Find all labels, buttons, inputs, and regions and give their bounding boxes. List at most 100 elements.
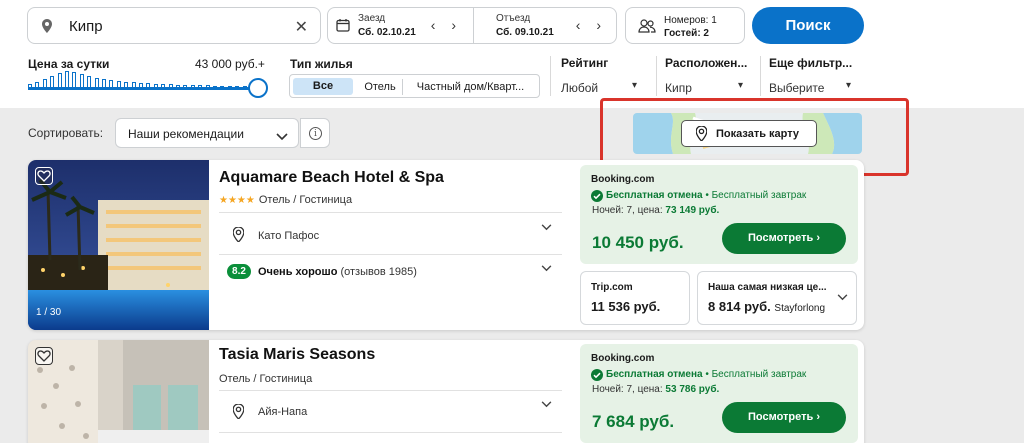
sort-select[interactable]: Наши рекомендации [115,118,299,148]
checkin-field[interactable]: Заезд Сб. 02.10.21 ‹ › [328,8,472,43]
hotel-type-line: ★★★★ Отель / Гостиница [219,194,352,206]
rating-text[interactable]: Очень хорошо (отзывов 1985) [258,266,417,278]
deal-nights: Ночей: 7, цена: 73 149 руб. [592,205,719,216]
search-header: Кипр ✕ Заезд Сб. 02.10.21 ‹ › Отъезд Сб.… [0,0,1024,108]
more-filters-label: Еще фильтр... [769,56,853,70]
deal-perk-extra: • Бесплатный завтрак [702,190,807,201]
location-filter-value[interactable]: Кипр [665,81,692,95]
destination-field[interactable]: Кипр ✕ [27,7,321,44]
hotel-location[interactable]: Айя-Напа [258,406,307,418]
price-histogram [28,68,266,88]
date-range-field[interactable]: Заезд Сб. 02.10.21 ‹ › Отъезд Сб. 09.10.… [327,7,617,44]
checkout-value: Сб. 09.10.21 [496,27,554,38]
deal-nights-label: Ночей: 7, цена: [592,205,666,216]
deal-nights: Ночей: 7, цена: 53 786 руб. [592,384,719,395]
deal-price: 7 684 руб. [592,412,675,431]
type-option-private-house[interactable]: Частный дом/Кварт... [402,79,538,95]
more-filters-value[interactable]: Выберите [769,81,824,95]
chevron-down-icon [276,128,288,146]
deal-perk-main: Бесплатная отмена [606,369,703,380]
rating-badge: 8.2 [227,264,251,279]
filter-divider [656,56,657,96]
location-pin-icon [232,226,245,247]
hotel-name[interactable]: Aquamare Beach Hotel & Spa [219,169,444,187]
favorite-heart-icon[interactable] [35,167,53,185]
search-button[interactable]: Поиск [752,7,864,44]
chevron-down-icon[interactable] [541,264,552,275]
deal-source: Booking.com [591,353,655,364]
chevron-down-icon[interactable]: ▾ [846,80,851,91]
rooms-guests-field[interactable]: Номеров: 1 Гостей: 2 [625,7,745,44]
histogram-bar [72,72,77,88]
hotel-photo[interactable]: 1 / 30 [28,160,209,330]
alt-deal-price: 8 814 руб. [708,299,771,314]
view-deal-button[interactable]: Посмотреть › [722,402,846,433]
rooms-count: Номеров: 1 [664,15,717,26]
review-count: (отзывов 1985) [340,266,417,278]
alternative-deal[interactable]: Trip.com 11 536 руб. [580,271,690,325]
histogram-bar [65,71,69,88]
sort-label: Сортировать: [28,126,104,140]
alt-deal-source: Trip.com [591,282,633,293]
info-icon: i [309,127,322,140]
checkin-arrows-icon[interactable]: ‹ › [431,17,462,33]
checkout-field[interactable]: Отъезд Сб. 09.10.21 ‹ › [473,8,617,43]
hotel-type: Отель / Гостиница [219,373,313,385]
type-option-all[interactable]: Все [293,78,353,95]
price-slider-track[interactable] [28,87,260,90]
deal-perks: Бесплатная отмена • Бесплатный завтрак [606,190,806,201]
histogram-bar [57,73,62,88]
deal-nights-label: Ночей: 7, цена: [592,384,666,395]
hotel-stars: ★★★★ [219,195,255,206]
type-filter-segmented: Все Отель Частный дом/Кварт... [289,74,540,98]
location-pin-icon [42,19,52,38]
deal-source: Booking.com [591,174,655,185]
price-slider-handle[interactable] [248,78,268,98]
calendar-icon [336,18,350,37]
filter-divider [760,56,761,96]
sort-info-button[interactable]: i [300,118,330,148]
view-deal-button[interactable]: Посмотреть › [722,223,846,254]
rating-label: Очень хорошо [258,266,338,278]
histogram-bar [79,74,84,88]
checkin-label: Заезд [358,13,386,24]
alt-deal-price-line: 8 814 руб. Stayforlong [708,299,825,314]
chevron-down-icon[interactable]: ▾ [738,80,743,91]
alternative-deal[interactable]: Наша самая низкая це... 8 814 руб. Stayf… [697,271,857,325]
location-filter-label: Расположен... [665,56,748,70]
deal-perk-extra: • Бесплатный завтрак [702,369,807,380]
sort-value: Наши рекомендации [128,127,244,141]
chevron-down-icon[interactable] [541,400,552,411]
best-deal-panel[interactable]: Booking.com Бесплатная отмена • Бесплатн… [580,165,858,264]
chevron-down-icon[interactable] [541,223,552,234]
checkout-label: Отъезд [496,13,531,24]
alt-deal-provider: Stayforlong [774,303,826,314]
chevron-down-icon[interactable]: ▾ [632,80,637,91]
hotel-name[interactable]: Tasia Maris Seasons [219,346,375,364]
close-icon[interactable]: ✕ [295,17,308,37]
location-pin-icon [232,403,245,424]
type-filter-label: Тип жилья [290,57,353,71]
checkout-arrows-icon[interactable]: ‹ › [576,17,607,33]
view-deal-label: Посмотреть [748,232,814,244]
alt-deal-price: 11 536 руб. [591,299,661,314]
rating-filter-value[interactable]: Любой [561,81,598,95]
chevron-down-icon[interactable] [837,293,848,304]
deal-perk-main: Бесплатная отмена [606,190,703,201]
deal-perks: Бесплатная отмена • Бесплатный завтрак [606,369,806,380]
best-deal-panel[interactable]: Booking.com Бесплатная отмена • Бесплатн… [580,344,858,443]
filter-divider [550,56,551,96]
deal-total: 53 786 руб. [665,384,720,395]
hotel-location[interactable]: Като Пафос [258,230,319,242]
hotel-photo[interactable] [28,340,209,443]
hotel-card[interactable]: 1 / 30 Aquamare Beach Hotel & Spa ★★★★ От… [28,160,864,330]
deal-price: 10 450 руб. [592,233,684,252]
people-icon [638,19,656,38]
divider [219,212,562,213]
hotel-card[interactable]: Tasia Maris Seasons Отель / Гостиница Ай… [28,340,864,443]
type-option-hotel[interactable]: Отель [358,79,402,95]
deal-total: 73 149 руб. [665,205,720,216]
favorite-heart-icon[interactable] [35,347,53,365]
divider [219,390,562,391]
view-deal-label: Посмотреть [748,411,814,423]
